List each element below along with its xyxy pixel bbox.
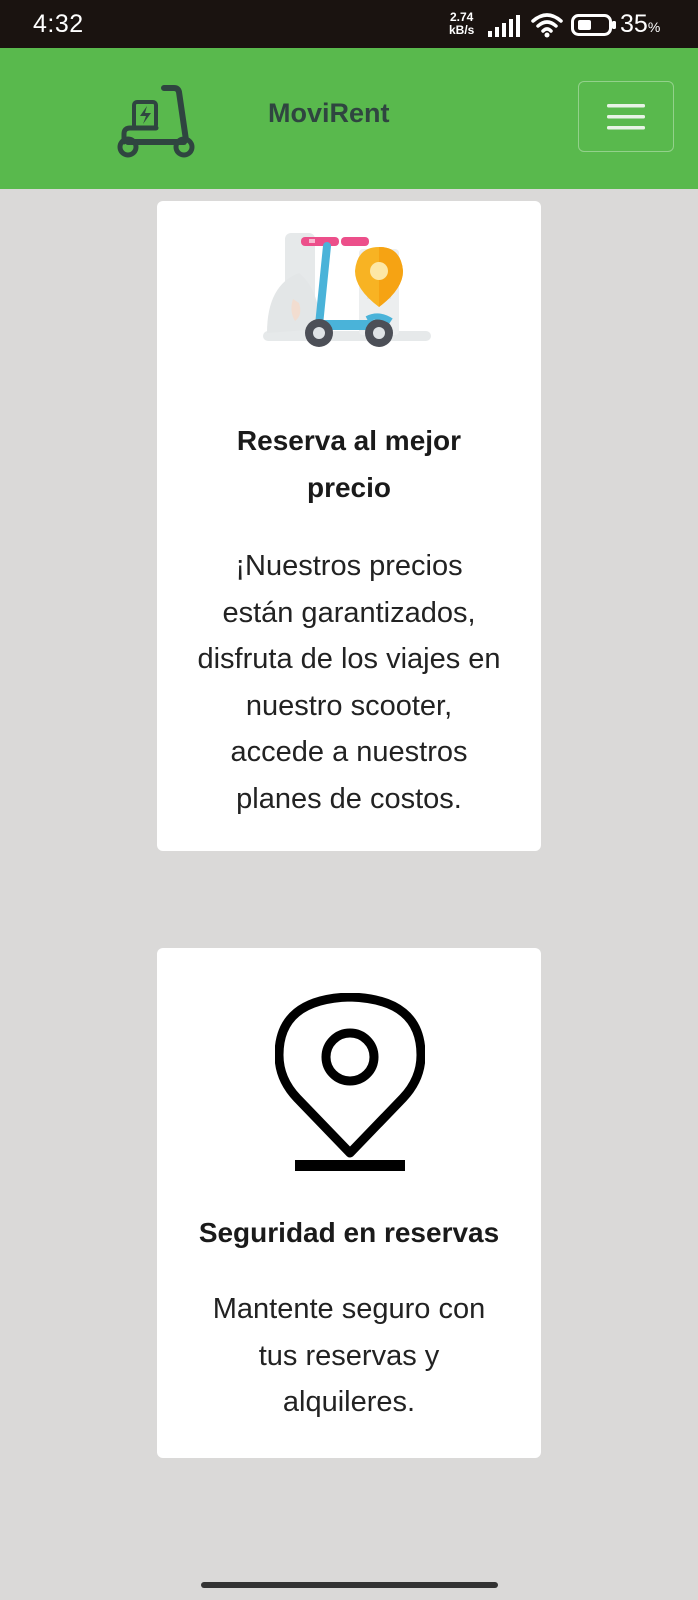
- menu-toggle-button[interactable]: [578, 81, 674, 152]
- battery-percentage: 35%: [620, 10, 660, 39]
- card-title: Reserva al mejor precio: [177, 417, 521, 511]
- card-title: Seguridad en reservas: [198, 1217, 500, 1248]
- card-text-line: ¡Nuestros precios: [235, 550, 463, 582]
- network-speed-unit: kB/s: [449, 23, 475, 37]
- map-pin-icon: [275, 993, 425, 1171]
- brand-title[interactable]: MoviRent: [268, 98, 390, 129]
- card-text-line: están garantizados,: [222, 596, 476, 629]
- card-description: ¡Nuestros precios están garantizados, di…: [175, 543, 523, 822]
- status-time: 4:32: [33, 10, 84, 38]
- battery-icon: [571, 14, 616, 36]
- status-bar: 4:32 2.74 kB/s 35%: [0, 0, 698, 48]
- card-text-line: planes de costos.: [236, 782, 462, 815]
- feature-card-best-price: Reserva al mejor precio ¡Nuestros precio…: [157, 201, 541, 851]
- card-text-line: alquileres.: [282, 1386, 416, 1418]
- battery-percentage-value: 35: [620, 10, 648, 38]
- home-indicator[interactable]: [201, 1582, 498, 1588]
- feature-card-security: Seguridad en reservas Mantente seguro co…: [157, 948, 541, 1458]
- electric-scooter-icon[interactable]: [116, 82, 198, 158]
- card-text-line: nuestro scooter,: [245, 689, 453, 722]
- wifi-icon: [531, 13, 563, 38]
- app-header: MoviRent: [0, 48, 698, 189]
- scooter-location-illustration: [263, 233, 431, 347]
- battery-percentage-sign: %: [647, 19, 661, 35]
- hamburger-menu-icon: [607, 103, 645, 129]
- network-speed: 2.74 kB/s: [449, 11, 474, 37]
- card-text-line: disfruta de los viajes en: [197, 643, 501, 675]
- card-description: Mantente seguro con tus reservas y alqui…: [175, 1286, 523, 1426]
- card-text-line: accede a nuestros: [230, 736, 468, 768]
- card-text-line: tus reservas y: [258, 1339, 440, 1372]
- card-text-line: Mantente seguro con: [212, 1293, 486, 1325]
- card-title-line: precio: [306, 472, 392, 503]
- card-title-line: Reserva al mejor: [236, 425, 462, 456]
- signal-strength-icon: [488, 15, 520, 37]
